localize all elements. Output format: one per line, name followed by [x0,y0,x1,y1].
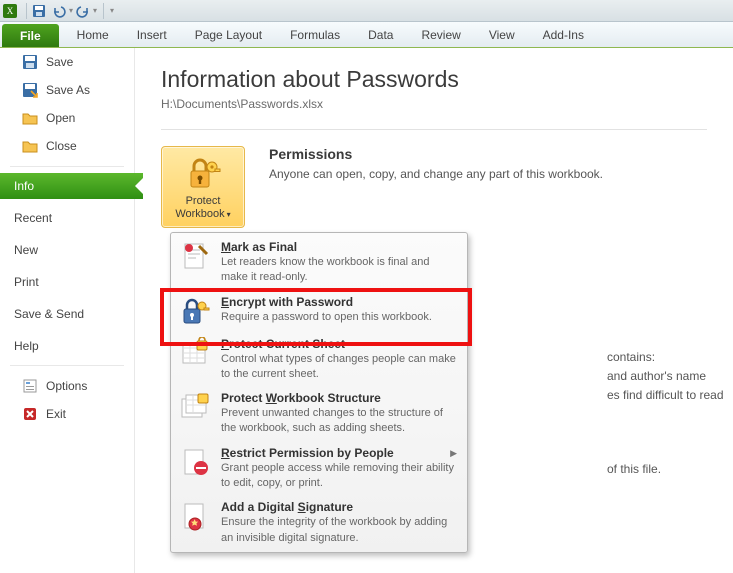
menu-desc: Control what types of changes people can… [221,353,456,380]
sidebar-label: New [14,243,38,257]
sidebar-label: Exit [46,407,66,421]
sidebar-label: Save As [46,83,90,97]
sidebar-item-save-send[interactable]: Save & Send [0,295,134,327]
protect-sheet-icon [179,337,211,369]
qat-customize-icon[interactable]: ▾ [110,6,114,15]
versions-fragment: of this file. [607,462,661,476]
permissions-body: Anyone can open, copy, and change any pa… [269,166,707,183]
sidebar-label: Save & Send [14,307,84,321]
tab-data[interactable]: Data [354,22,407,47]
protect-workbook-button[interactable]: Protect Workbook▾ [161,146,245,228]
sidebar-item-info[interactable]: Info [0,173,143,199]
menu-title: Protect Workbook Structure [221,391,381,405]
sidebar-item-exit[interactable]: Exit [0,400,134,428]
lock-key-icon [185,155,221,191]
mark-final-icon [179,240,211,272]
open-folder-icon [22,110,38,126]
menu-item-digital-signature[interactable]: Add a Digital Signature Ensure the integr… [173,495,465,550]
menu-title: Add a Digital Signature [221,500,353,514]
menu-item-protect-structure[interactable]: Protect Workbook Structure Prevent unwant… [173,386,465,441]
submenu-arrow-icon: ▶ [450,448,457,459]
menu-desc: Prevent unwanted changes to the structur… [221,407,443,434]
tab-page-layout[interactable]: Page Layout [181,22,276,47]
ribbon-tabs: File Home Insert Page Layout Formulas Da… [0,22,733,48]
tab-view[interactable]: View [475,22,529,47]
protect-workbook-menu: Mark as Final Let readers know the workbo… [170,232,468,553]
tab-file[interactable]: File [2,24,59,47]
sidebar-label: Open [46,111,75,125]
menu-title: Restrict Permission by People [221,446,394,460]
options-icon [22,378,38,394]
close-folder-icon [22,138,38,154]
qat-redo-dropdown-icon[interactable]: ▾ [93,6,97,15]
sidebar-label: Close [46,139,77,153]
prepare-for-sharing-fragments: contains: and author's name es find diff… [607,348,724,406]
svg-text:X: X [7,6,14,16]
separator [10,365,124,366]
menu-desc: Require a password to open this workbook… [221,311,432,323]
encrypt-password-icon [179,295,211,327]
sidebar-label: Help [14,339,39,353]
sidebar-item-close[interactable]: Close [0,132,134,160]
sidebar-label: Recent [14,211,52,225]
menu-item-restrict-permission[interactable]: Restrict Permission by People ▶ Grant peop… [173,441,465,496]
sidebar-item-recent[interactable]: Recent [0,199,134,231]
sidebar-label: Save [46,55,73,69]
sidebar-item-save[interactable]: Save [0,48,134,76]
save-icon [22,54,38,70]
sidebar-label: Print [14,275,39,289]
permissions-heading: Permissions [269,146,707,162]
excel-app-icon: X [2,3,18,19]
tab-formulas[interactable]: Formulas [276,22,354,47]
separator [10,166,124,167]
menu-desc: Ensure the integrity of the workbook by … [221,516,447,543]
sidebar-item-open[interactable]: Open [0,104,134,132]
menu-desc: Grant people access while removing their… [221,462,454,489]
menu-title: Mark as Final [221,240,297,254]
separator [161,129,707,130]
protect-workbook-label: Protect Workbook▾ [175,195,230,221]
tab-insert[interactable]: Insert [123,22,181,47]
title-bar: X ▾ ▾ ▾ [0,0,733,22]
tab-home[interactable]: Home [63,22,123,47]
digital-signature-icon [179,500,211,532]
backstage-sidebar: Save Save As Open Close Info Recent New … [0,48,135,573]
sidebar-item-save-as[interactable]: Save As [0,76,134,104]
sidebar-item-help[interactable]: Help [0,327,134,359]
qat-save-icon[interactable] [31,3,47,19]
restrict-permission-icon [179,446,211,478]
sidebar-label: Info [14,179,34,193]
menu-item-protect-sheet[interactable]: Protect Current Sheet Control what types … [173,332,465,387]
file-path: H:\Documents\Passwords.xlsx [161,97,707,111]
menu-item-encrypt-password[interactable]: Encrypt with Password Require a password … [173,290,465,332]
qat-redo-icon[interactable] [75,3,91,19]
menu-desc: Let readers know the workbook is final a… [221,256,430,283]
sidebar-item-print[interactable]: Print [0,263,134,295]
menu-title: Protect Current Sheet [221,337,345,351]
page-title: Information about Passwords [161,66,707,93]
tab-add-ins[interactable]: Add-Ins [529,22,598,47]
qat-undo-dropdown-icon[interactable]: ▾ [69,6,73,15]
exit-icon [22,406,38,422]
qat-undo-icon[interactable] [51,3,67,19]
sidebar-item-options[interactable]: Options [0,372,134,400]
chevron-down-icon: ▾ [227,210,231,219]
protect-structure-icon [179,391,211,423]
permissions-section: Protect Workbook▾ Permissions Anyone can… [161,146,707,228]
menu-item-mark-final[interactable]: Mark as Final Let readers know the workbo… [173,235,465,290]
sidebar-item-new[interactable]: New [0,231,134,263]
menu-title: Encrypt with Password [221,295,353,309]
tab-review[interactable]: Review [407,22,474,47]
sidebar-label: Options [46,379,87,393]
save-as-icon [22,82,38,98]
